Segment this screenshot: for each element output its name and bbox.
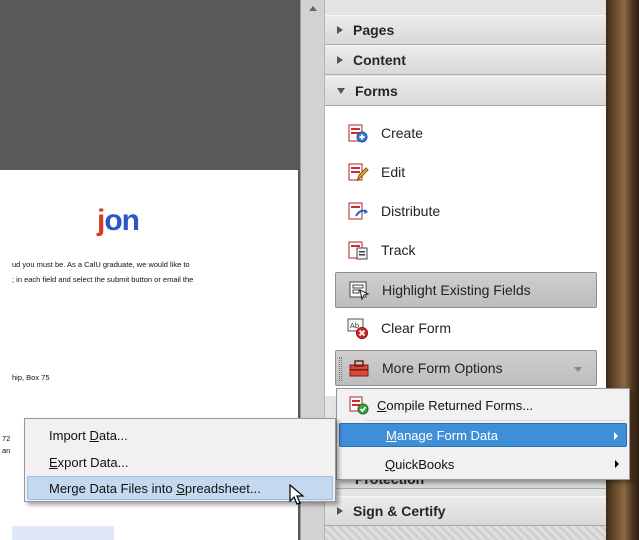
tool-track[interactable]: Track — [347, 237, 415, 263]
collapsed-triangle-icon — [337, 507, 343, 515]
clear-form-icon: Ab — [347, 317, 369, 339]
submenu-arrow-icon — [614, 432, 618, 440]
section-label: Sign & Certify — [353, 503, 446, 519]
page-text-line: 72 — [2, 434, 11, 443]
form-edit-icon — [347, 161, 369, 183]
section-pages[interactable]: Pages — [325, 15, 607, 45]
section-content[interactable]: Content — [325, 45, 607, 75]
tool-clear-form[interactable]: Ab Clear Form — [347, 315, 451, 341]
menu-item-merge-data-files[interactable]: Merge Data Files into Spreadsheet... — [27, 476, 333, 500]
menu-item-manage-form-data[interactable]: Manage Form Data — [339, 423, 627, 447]
tool-create[interactable]: Create — [347, 120, 423, 146]
menu-item-compile-returned-forms[interactable]: Compile Returned Forms... — [339, 393, 627, 417]
section-forms[interactable]: Forms — [325, 76, 607, 106]
page-text-line: an — [2, 446, 11, 455]
chevron-down-icon — [574, 367, 582, 372]
menu-item-quickbooks[interactable]: QuickBooks — [339, 452, 627, 476]
menu-item-export-data[interactable]: Export Data... — [27, 450, 333, 474]
section-label: Forms — [355, 83, 398, 99]
page-text-line: hip, Box 75 — [12, 373, 50, 382]
expanded-triangle-icon — [337, 88, 345, 94]
collapsed-triangle-icon — [337, 56, 343, 64]
form-create-icon — [347, 122, 369, 144]
compile-forms-icon — [349, 395, 369, 415]
section-label: Pages — [353, 22, 395, 38]
forms-tool-list: Create Edit Distribute Track Highlight E… — [325, 106, 607, 396]
tool-distribute[interactable]: Distribute — [347, 198, 440, 224]
page-heading: jon — [97, 204, 140, 237]
form-field-highlight[interactable] — [12, 526, 114, 540]
collapsed-triangle-icon — [337, 26, 343, 34]
page-text-line: ; in each field and select the submit bu… — [12, 275, 194, 284]
menu-separator — [365, 420, 625, 421]
more-form-options-menu: Compile Returned Forms... Manage Form Da… — [336, 388, 630, 480]
more-form-options-button[interactable]: More Form Options — [335, 350, 597, 386]
menu-item-import-data[interactable]: Import Data... — [27, 423, 333, 447]
section-label: Content — [353, 52, 406, 68]
highlight-existing-fields-button[interactable]: Highlight Existing Fields — [335, 272, 597, 308]
highlight-fields-icon — [348, 279, 370, 301]
scroll-up-arrow-icon[interactable] — [309, 6, 317, 11]
page-text-line: ud you must be. As a CalU graduate, we w… — [12, 260, 190, 269]
tool-edit[interactable]: Edit — [347, 159, 405, 185]
submenu-arrow-icon — [615, 460, 619, 468]
form-track-icon — [347, 239, 369, 261]
toolbox-icon — [348, 357, 370, 379]
form-distribute-icon — [347, 200, 369, 222]
panel-resize-grip[interactable] — [325, 526, 607, 540]
mouse-pointer-icon — [289, 483, 305, 511]
drag-grip-icon — [339, 357, 342, 381]
section-sign-certify[interactable]: Sign & Certify — [325, 496, 607, 526]
